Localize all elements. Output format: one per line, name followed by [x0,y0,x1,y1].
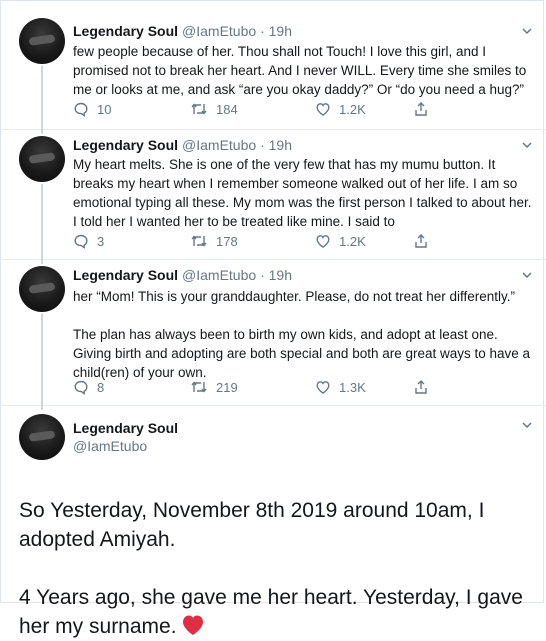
retweet-icon [191,381,207,393]
heart-icon [316,235,330,248]
tweet-text: My heart melts. She is one of the very f… [73,157,532,229]
share-button[interactable] [413,377,437,397]
share-icon [415,234,427,248]
avatar[interactable] [19,18,65,64]
tweet[interactable]: Legendary Soul @IamEtubo · 19h her “Mom! … [0,260,546,406]
main-tweet-text: So Yesterday, November 8th 2019 around 1… [19,467,529,641]
like-button[interactable]: 1.2K [315,99,366,119]
share-button[interactable] [413,99,437,119]
tweet-actions: 3 178 1.2K [73,231,473,251]
reply-count: 3 [97,233,105,249]
display-name[interactable]: Legendary Soul [73,419,178,437]
reply-icon [74,102,88,117]
user-handle[interactable]: @IamEtubo [182,137,256,153]
retweet-button[interactable]: 178 [190,231,238,251]
main-tweet[interactable]: Legendary Soul @IamEtubo So Yesterday, N… [0,406,546,638]
display-name[interactable]: Legendary Soul [73,267,178,283]
tweet-text: her “Mom! This is your granddaughter. Pl… [73,289,531,380]
like-count: 1.2K [339,233,366,249]
reply-count: 10 [97,101,112,117]
display-name[interactable]: Legendary Soul [73,23,178,39]
reply-count: 8 [97,379,105,395]
red-heart-icon [182,615,203,635]
share-button[interactable] [413,231,437,251]
tweet-header: Legendary Soul @IamEtubo · 19h [73,22,292,40]
chevron-down-icon[interactable] [522,420,532,430]
retweet-icon [191,235,207,247]
tweet-text: few people because of her. Thou shall no… [73,44,527,97]
retweet-button[interactable]: 184 [190,99,238,119]
chevron-down-icon[interactable] [522,140,532,150]
separator-dot: · [260,137,265,153]
thread-line [41,130,43,134]
avatar[interactable] [19,136,65,182]
separator-dot: · [260,23,265,39]
reply-icon [74,380,88,395]
tweet-header: Legendary Soul @IamEtubo · 19h [73,266,292,284]
tweet-actions: 8 219 1.3K [73,377,473,397]
like-button[interactable]: 1.2K [315,231,366,251]
avatar[interactable] [19,266,65,312]
retweet-icon [191,103,207,115]
tweet-actions: 10 184 1.2K [73,99,473,119]
chevron-down-icon[interactable] [522,270,532,280]
heart-icon [316,103,330,116]
like-count: 1.3K [339,379,366,395]
avatar[interactable] [19,414,65,460]
retweet-count: 219 [216,379,238,395]
thread-line [41,260,43,264]
tweet-header: Legendary Soul @IamEtubo · 19h [73,136,292,154]
thread-line [41,406,43,410]
main-tweet-text-content: So Yesterday, November 8th 2019 around 1… [19,499,523,638]
reply-button[interactable]: 10 [73,99,111,119]
separator-dot: · [260,267,265,283]
timestamp[interactable]: 19h [269,137,292,153]
chevron-down-icon[interactable] [522,26,532,36]
retweet-count: 178 [216,233,238,249]
user-handle[interactable]: @IamEtubo [182,23,256,39]
heart-icon [316,381,330,394]
thread-line [41,66,43,130]
user-handle[interactable]: @IamEtubo [73,437,147,455]
reply-icon [74,234,88,249]
reply-button[interactable]: 3 [73,231,104,251]
retweet-button[interactable]: 219 [190,377,238,397]
share-icon [415,102,427,116]
tweet[interactable]: Legendary Soul @IamEtubo · 19h few people… [0,0,546,130]
share-icon [415,380,427,394]
thread-line [41,314,43,406]
tweet[interactable]: Legendary Soul @IamEtubo · 19h My heart m… [0,130,546,260]
like-count: 1.2K [339,101,366,117]
reply-button[interactable]: 8 [73,377,104,397]
like-button[interactable]: 1.3K [315,377,366,397]
retweet-count: 184 [216,101,238,117]
timestamp[interactable]: 19h [269,23,292,39]
thread-line [41,184,43,260]
display-name[interactable]: Legendary Soul [73,137,178,153]
user-handle[interactable]: @IamEtubo [182,267,256,283]
timestamp[interactable]: 19h [269,267,292,283]
